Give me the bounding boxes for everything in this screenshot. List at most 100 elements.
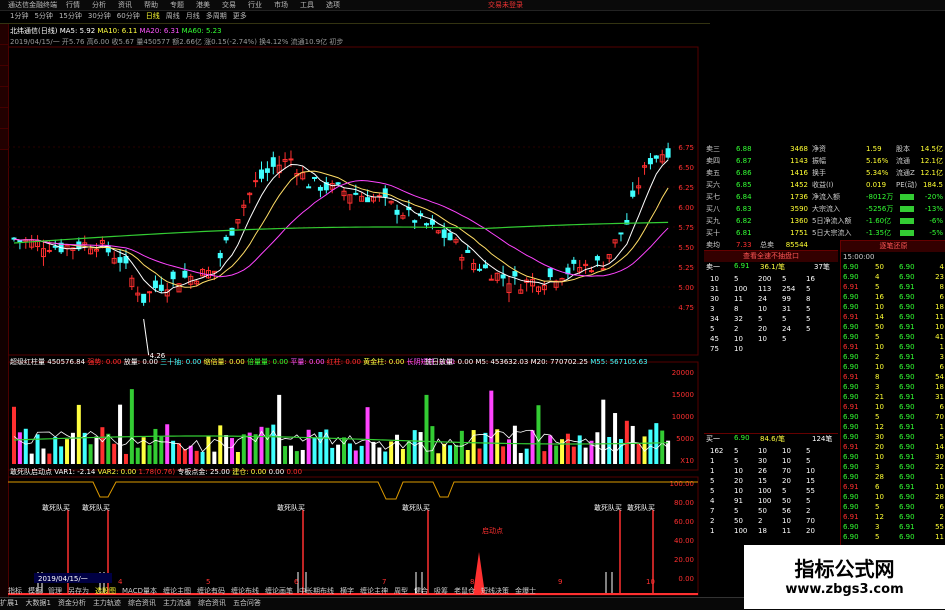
candle-body[interactable] <box>412 220 418 223</box>
candle-body[interactable] <box>317 186 323 191</box>
candle-body[interactable] <box>223 236 229 241</box>
candle-body[interactable] <box>17 240 23 243</box>
candle-body[interactable] <box>353 192 359 195</box>
indicator-tab[interactable]: 管理 <box>48 587 62 595</box>
indicator-tab[interactable]: 指标 <box>8 587 22 595</box>
candle-body[interactable] <box>182 270 188 278</box>
candle-body[interactable] <box>229 227 235 236</box>
candle-body[interactable] <box>264 168 270 173</box>
period-tab[interactable]: 多周期 <box>206 11 227 21</box>
trades-title[interactable]: 逐笔还原 <box>841 240 945 252</box>
candle-body[interactable] <box>117 257 123 263</box>
period-tab[interactable]: 5分钟 <box>34 11 52 21</box>
indicator-tab[interactable]: 短线决策 <box>481 587 509 595</box>
indicator-tab[interactable]: 选股图 <box>95 587 116 595</box>
menu-item[interactable]: 帮助 <box>144 1 158 9</box>
nav-tab[interactable] <box>0 45 8 66</box>
bottom-link[interactable]: 扩展1 <box>0 599 18 607</box>
indicator-tab[interactable]: 横字 <box>340 587 354 595</box>
menu-item[interactable]: 专题 <box>170 1 184 9</box>
candle-body[interactable] <box>335 182 341 185</box>
queue-panel-title[interactable]: 查看全速不抽盘口 <box>704 250 838 262</box>
period-tab[interactable]: 周线 <box>166 11 180 21</box>
bottom-link[interactable]: 综合资讯 <box>198 599 226 607</box>
menu-item[interactable]: 交易 <box>222 1 236 9</box>
chart-area[interactable]: 6.756.506.256.005.755.505.255.004.754.26… <box>8 22 708 596</box>
candle-body[interactable] <box>170 271 176 280</box>
nav-tab[interactable] <box>0 87 8 108</box>
bottom-link[interactable]: 大数据1 <box>25 599 50 607</box>
indicator-tab[interactable]: 周型 <box>394 587 408 595</box>
nav-tab[interactable] <box>0 66 8 87</box>
menu-item[interactable]: 行业 <box>248 1 262 9</box>
menu-item[interactable]: 资讯 <box>118 1 132 9</box>
menu-item[interactable]: 工具 <box>300 1 314 9</box>
candle-body[interactable] <box>482 264 488 269</box>
menu-item[interactable]: 行情 <box>66 1 80 9</box>
candle-body[interactable] <box>589 270 594 273</box>
bottom-link[interactable]: 主力流通 <box>163 599 191 607</box>
candle-body[interactable] <box>647 158 653 165</box>
candle-body[interactable] <box>217 252 223 259</box>
indicator-tab[interactable]: 缠论主神 <box>360 587 388 595</box>
indicator-tab[interactable]: 金爆士 <box>515 587 536 595</box>
indicator-tab[interactable]: 缠论有码 <box>197 587 225 595</box>
nav-tab[interactable] <box>0 129 8 150</box>
indicator-tab[interactable]: 吸筹 <box>434 587 448 595</box>
period-tab[interactable]: 15分钟 <box>59 11 82 21</box>
indicator-tab[interactable]: 健合 <box>414 587 428 595</box>
candle-body[interactable] <box>365 197 371 203</box>
candle-body[interactable] <box>424 223 429 226</box>
candle-body[interactable] <box>158 284 164 291</box>
period-tab[interactable]: 60分钟 <box>117 11 140 21</box>
candle-body[interactable] <box>52 245 58 248</box>
candle-body[interactable] <box>477 268 483 271</box>
menu-item[interactable]: 分析 <box>92 1 106 9</box>
bottom-link[interactable]: 资金分析 <box>58 599 86 607</box>
nav-tab[interactable] <box>0 24 8 45</box>
indicator-tab[interactable]: 中长期布线 <box>299 587 334 595</box>
candle-body[interactable] <box>141 293 147 303</box>
candle-body[interactable] <box>547 268 553 278</box>
candle-body[interactable] <box>653 155 659 159</box>
candle-body[interactable] <box>571 259 577 264</box>
menu-item[interactable]: 港美 <box>196 1 210 9</box>
candle-body[interactable] <box>665 148 671 158</box>
indicator-tab[interactable]: 另存为 <box>68 587 89 595</box>
candle-body[interactable] <box>512 271 518 277</box>
period-tab[interactable]: 30分钟 <box>88 11 111 21</box>
period-tab[interactable]: 1分钟 <box>10 11 28 21</box>
login-status[interactable]: 交易未登录 <box>488 0 523 10</box>
candle-body[interactable] <box>394 209 400 215</box>
menu-item[interactable]: 市场 <box>274 1 288 9</box>
indicator-tab[interactable]: 模板 <box>28 587 42 595</box>
candle-body[interactable] <box>306 186 312 189</box>
candle-body[interactable] <box>447 232 453 241</box>
candle-body[interactable] <box>594 256 600 261</box>
period-tab[interactable]: 月线 <box>186 11 200 21</box>
candle-body[interactable] <box>288 158 294 161</box>
candle-body[interactable] <box>270 157 276 167</box>
indicator-tab[interactable]: MACD量本 <box>122 587 157 595</box>
candle-body[interactable] <box>259 169 264 179</box>
period-tab[interactable]: 日线 <box>146 11 160 21</box>
indicator-tab[interactable]: 缠论主图 <box>163 587 191 595</box>
candle-body[interactable] <box>488 278 494 281</box>
candle-body[interactable] <box>441 229 447 238</box>
indicator-tab[interactable]: 缠论布线 <box>231 587 259 595</box>
candle-body[interactable] <box>46 249 52 252</box>
menu-item[interactable]: 选项 <box>326 1 340 9</box>
indicator-tabs[interactable]: 指标 模板 管理 另存为 选股图 MACD量本 缠论主图 缠论有码 缠论布线 缠论画笔 中长期布线横… <box>8 586 542 596</box>
candle-body[interactable] <box>465 249 471 253</box>
candle-body[interactable] <box>630 190 636 197</box>
bottom-link[interactable]: 主力轨迹 <box>93 599 121 607</box>
candle-body[interactable] <box>312 176 318 179</box>
candle-body[interactable] <box>382 188 388 198</box>
bottom-link[interactable]: 五合问答 <box>233 599 261 607</box>
candle-body[interactable] <box>253 180 259 183</box>
bottom-link[interactable]: 综合资讯 <box>128 599 156 607</box>
indicator-tab[interactable]: 老鼠仓 <box>454 587 475 595</box>
candle-body[interactable] <box>152 280 158 289</box>
candle-body[interactable] <box>500 274 506 279</box>
period-tab[interactable]: 更多 <box>233 11 247 21</box>
